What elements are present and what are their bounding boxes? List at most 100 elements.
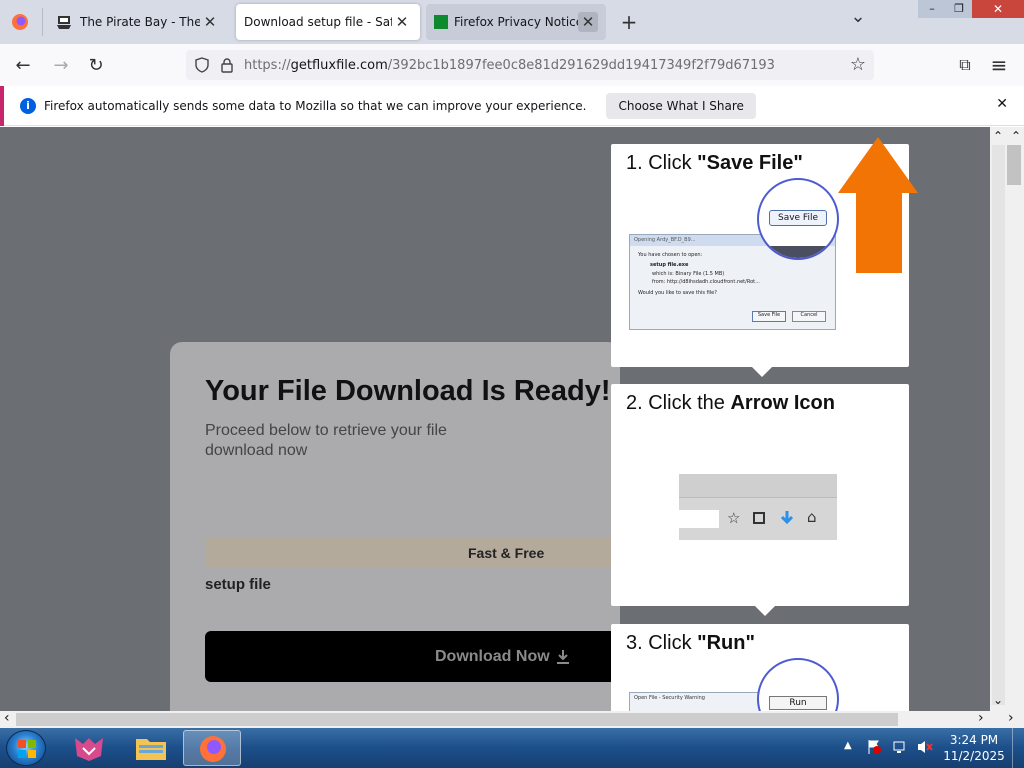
pirate-ship-icon	[56, 14, 72, 30]
step-2-prefix: 2. Click the	[626, 392, 731, 414]
step-3-prefix: 3. Click	[626, 632, 698, 654]
scroll-down-icon[interactable]: ⌄	[993, 693, 1003, 707]
tab-download-setup[interactable]: Download setup file - Safe & ✕	[236, 4, 420, 40]
scroll-up-icon[interactable]: ⌃	[1011, 129, 1021, 143]
list-all-tabs-icon[interactable]: ⌄	[846, 6, 870, 34]
card-subtitle: Proceed below to retrieve your file down…	[205, 421, 447, 461]
new-tab-button[interactable]: +	[616, 10, 642, 34]
taskbar-file-explorer[interactable]	[128, 730, 174, 766]
zoom-circle: Run	[757, 658, 839, 711]
download-arrow-icon	[780, 511, 794, 525]
tab-privacy-notice[interactable]: Firefox Privacy Notice — ✕	[426, 4, 606, 40]
home-icon: ⌂	[807, 508, 817, 526]
scroll-left-icon[interactable]: ‹	[4, 710, 10, 726]
close-window-icon[interactable]: ✕	[972, 0, 1024, 18]
notification-accent-bar	[0, 85, 4, 126]
tracking-protection-shield-icon[interactable]	[194, 57, 210, 73]
orange-up-arrow-icon	[838, 137, 918, 273]
download-now-button[interactable]: Download Now	[205, 631, 625, 682]
restore-icon[interactable]: ❐	[946, 0, 972, 18]
file-name: setup file	[205, 576, 271, 593]
security-warning-title: Open File - Security Warning	[634, 695, 705, 701]
clock-date: 11/2/2025	[943, 749, 1005, 763]
browser-toolbar-image: ☆ ⌂	[679, 474, 837, 540]
step-3-heading: 3. Click "Run"	[626, 632, 755, 655]
choose-what-i-share-button[interactable]: Choose What I Share	[606, 92, 756, 119]
url-path: /392bc1b1897fee0c8e81d291629dd19417349f2…	[387, 57, 775, 73]
close-tab-icon[interactable]: ✕	[578, 12, 598, 32]
back-icon[interactable]: ←	[8, 50, 38, 80]
dialog-save-button: Save File	[752, 311, 786, 322]
url-text[interactable]: https://getfluxfile.com/392bc1b1897fee0c…	[244, 58, 775, 73]
card-subtitle-line: download now	[205, 442, 308, 459]
forward-icon[interactable]: →	[46, 50, 76, 80]
clock-time: 3:24 PM	[949, 733, 999, 747]
tab-title: The Pirate Bay - The gal	[80, 15, 200, 29]
clipboard-icon	[753, 512, 765, 524]
url-scheme: https://	[244, 57, 291, 73]
scroll-right-icon[interactable]: ›	[1008, 710, 1014, 726]
minimize-icon[interactable]: –	[918, 0, 946, 18]
taskbar-app-pinned[interactable]	[66, 730, 112, 766]
toolbar-searchbox	[679, 510, 719, 528]
network-icon[interactable]	[892, 739, 908, 755]
step-1-bold: "Save File"	[697, 152, 803, 174]
fast-free-badge: Fast & Free	[205, 538, 625, 568]
zoom-run-button: Run	[769, 696, 827, 710]
notification-text: Firefox automatically sends some data to…	[44, 98, 587, 113]
horizontal-scroll-thumb[interactable]	[16, 713, 898, 726]
action-center-flag-icon[interactable]	[866, 739, 882, 755]
horizontal-scrollbar[interactable]: ‹ › ›	[0, 710, 1024, 728]
clock[interactable]: 3:24 PM 11/2/2025	[940, 732, 1008, 764]
dialog-file: setup file.exe	[650, 262, 689, 268]
vertical-scroll-thumb-page[interactable]	[992, 145, 1005, 705]
folder-icon	[136, 739, 166, 760]
tab-pirate-bay[interactable]: The Pirate Bay - The gal ✕	[48, 4, 228, 40]
step-3-bold: "Run"	[697, 632, 755, 654]
firefox-logo-icon	[200, 736, 226, 762]
close-notification-icon[interactable]: ✕	[996, 96, 1008, 112]
instruction-step-3: 3. Click "Run" Open File - Security Warn…	[611, 624, 909, 711]
dialog-cancel-button: Cancel	[792, 311, 826, 322]
extensions-icon[interactable]: ⧉	[950, 50, 980, 80]
toolbar-strip	[679, 474, 837, 498]
show-desktop-button[interactable]	[1012, 728, 1024, 768]
volume-muted-icon[interactable]	[916, 739, 934, 755]
firefox-view-button[interactable]	[4, 8, 36, 36]
download-now-label: Download Now	[435, 647, 550, 665]
card-title: Your File Download Is Ready!	[205, 375, 611, 407]
info-icon: i	[20, 97, 36, 114]
step-2-heading: 2. Click the Arrow Icon	[626, 392, 835, 415]
scroll-right-icon[interactable]: ›	[978, 710, 984, 726]
zoom-shadow	[759, 246, 837, 258]
firefox-logo-icon	[12, 14, 28, 30]
start-button[interactable]	[6, 730, 46, 766]
close-tab-icon[interactable]: ✕	[392, 12, 412, 32]
page-content: Your File Download Is Ready! Proceed bel…	[0, 127, 990, 711]
step-1-prefix: 1. Click	[626, 152, 698, 174]
tab-separator	[42, 8, 43, 36]
url-bar[interactable]: https://getfluxfile.com/392bc1b1897fee0c…	[186, 50, 874, 80]
card-subtitle-line: Proceed below to retrieve your file	[205, 422, 447, 439]
lock-icon[interactable]	[220, 57, 234, 73]
vertical-scrollbar[interactable]: ⌃ ⌃ ⌄	[990, 127, 1024, 711]
windows-taskbar: ▲ 3:24 PM 11/2/2025	[0, 728, 1024, 768]
scroll-up-icon[interactable]: ⌃	[993, 129, 1003, 143]
data-collection-notification: i Firefox automatically sends some data …	[0, 85, 1024, 126]
dialog-which: which is: Binary File (1.5 MB)	[652, 271, 725, 277]
reload-icon[interactable]: ↻	[81, 50, 111, 80]
close-tab-icon[interactable]: ✕	[200, 12, 220, 32]
zoom-save-file-button: Save File	[769, 210, 827, 226]
zoom-circle: Save File	[757, 178, 839, 260]
tab-bar: The Pirate Bay - The gal ✕ Download setu…	[0, 0, 1024, 44]
step-2-bold: Arrow Icon	[730, 392, 835, 414]
vertical-scroll-thumb[interactable]	[1007, 145, 1021, 185]
tab-title: Firefox Privacy Notice —	[454, 15, 578, 29]
fox-app-icon	[75, 738, 103, 761]
bookmark-star-icon[interactable]: ☆	[850, 54, 866, 75]
star-icon: ☆	[727, 509, 741, 527]
show-hidden-icons-icon[interactable]: ▲	[844, 740, 852, 751]
pointer-triangle	[755, 606, 775, 616]
app-menu-icon[interactable]: ≡	[984, 50, 1014, 80]
taskbar-firefox[interactable]	[183, 730, 241, 766]
